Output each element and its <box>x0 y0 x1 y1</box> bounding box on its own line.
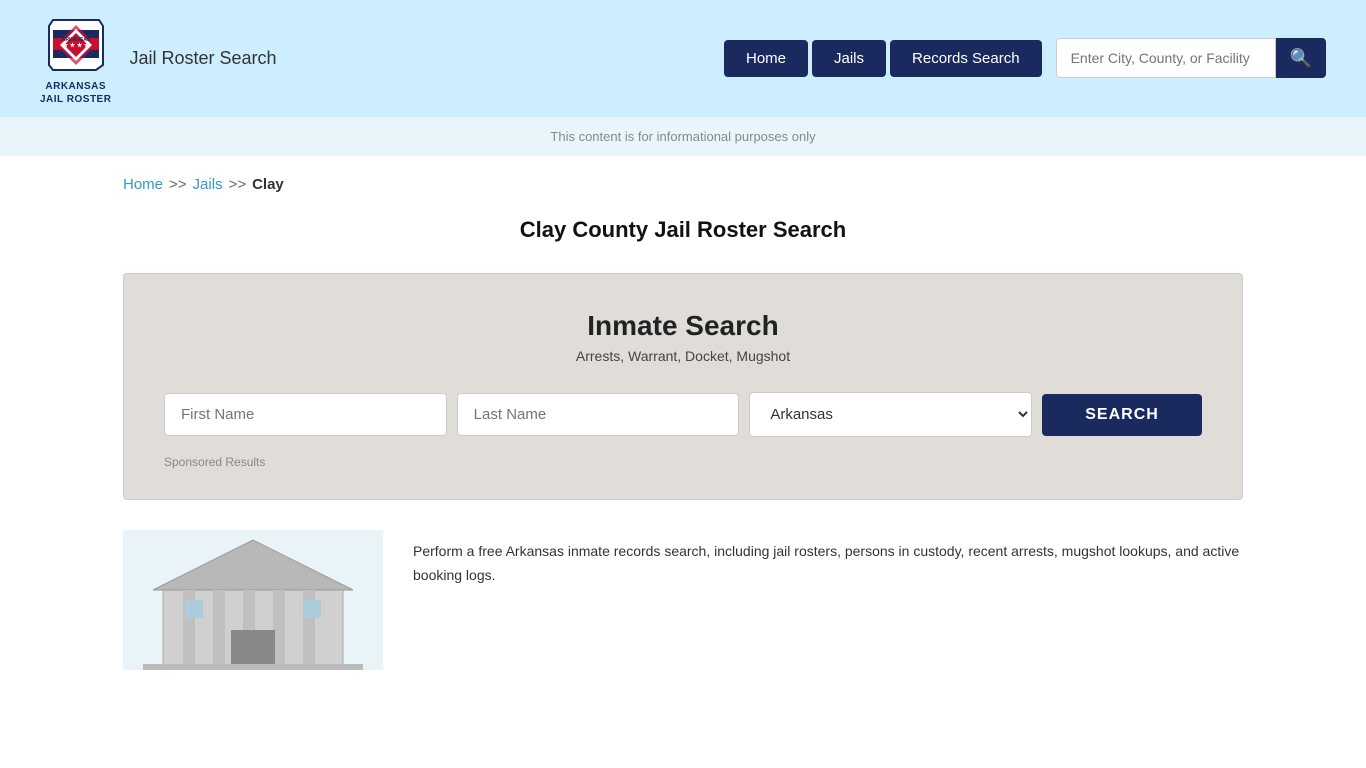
breadcrumb-jails[interactable]: Jails <box>193 176 223 193</box>
header-left: ★ ★ ★ ★ ARKANSAS ARKANSAS JAIL ROSTER Ja… <box>40 10 277 106</box>
logo-text: ARKANSAS JAIL ROSTER <box>40 80 111 106</box>
breadcrumb: Home >> Jails >> Clay <box>123 176 1243 193</box>
last-name-input[interactable] <box>457 393 740 436</box>
nav-records-button[interactable]: Records Search <box>890 40 1042 77</box>
search-button[interactable]: SEARCH <box>1042 394 1202 436</box>
sponsored-label: Sponsored Results <box>164 455 1202 469</box>
main-content: Home >> Jails >> Clay Clay County Jail R… <box>83 156 1283 705</box>
inmate-search-title: Inmate Search <box>164 310 1202 342</box>
main-nav: Home Jails Records Search 🔍 <box>724 38 1326 78</box>
building-icon <box>123 530 383 670</box>
building-image <box>123 530 383 675</box>
logo-container: ★ ★ ★ ★ ARKANSAS ARKANSAS JAIL ROSTER <box>40 10 111 106</box>
info-bar: This content is for informational purpos… <box>0 116 1366 156</box>
inmate-search-subtitle: Arrests, Warrant, Docket, Mugshot <box>164 348 1202 364</box>
nav-home-button[interactable]: Home <box>724 40 808 77</box>
search-fields: AlabamaAlaskaArizonaArkansasCaliforniaCo… <box>164 392 1202 437</box>
state-select[interactable]: AlabamaAlaskaArizonaArkansasCaliforniaCo… <box>749 392 1032 437</box>
info-bar-text: This content is for informational purpos… <box>550 129 815 144</box>
bottom-description: Perform a free Arkansas inmate records s… <box>413 530 1243 588</box>
site-title: Jail Roster Search <box>129 48 276 69</box>
bottom-section: Perform a free Arkansas inmate records s… <box>123 530 1243 675</box>
svg-text:★ ★ ★ ★: ★ ★ ★ ★ <box>62 42 89 49</box>
breadcrumb-current: Clay <box>252 176 284 193</box>
search-icon: 🔍 <box>1290 48 1312 69</box>
breadcrumb-sep-2: >> <box>229 176 247 193</box>
svg-text:ARKANSAS: ARKANSAS <box>62 37 91 43</box>
header-search-button[interactable]: 🔍 <box>1276 38 1326 78</box>
breadcrumb-sep-1: >> <box>169 176 187 193</box>
nav-jails-button[interactable]: Jails <box>812 40 886 77</box>
site-header: ★ ★ ★ ★ ARKANSAS ARKANSAS JAIL ROSTER Ja… <box>0 0 1366 116</box>
inmate-search-card: Inmate Search Arrests, Warrant, Docket, … <box>123 273 1243 500</box>
header-search-container: 🔍 <box>1056 38 1326 78</box>
header-search-input[interactable] <box>1056 38 1276 78</box>
logo-icon: ★ ★ ★ ★ ARKANSAS <box>41 10 111 80</box>
breadcrumb-home[interactable]: Home <box>123 176 163 193</box>
page-title: Clay County Jail Roster Search <box>123 217 1243 243</box>
first-name-input[interactable] <box>164 393 447 436</box>
